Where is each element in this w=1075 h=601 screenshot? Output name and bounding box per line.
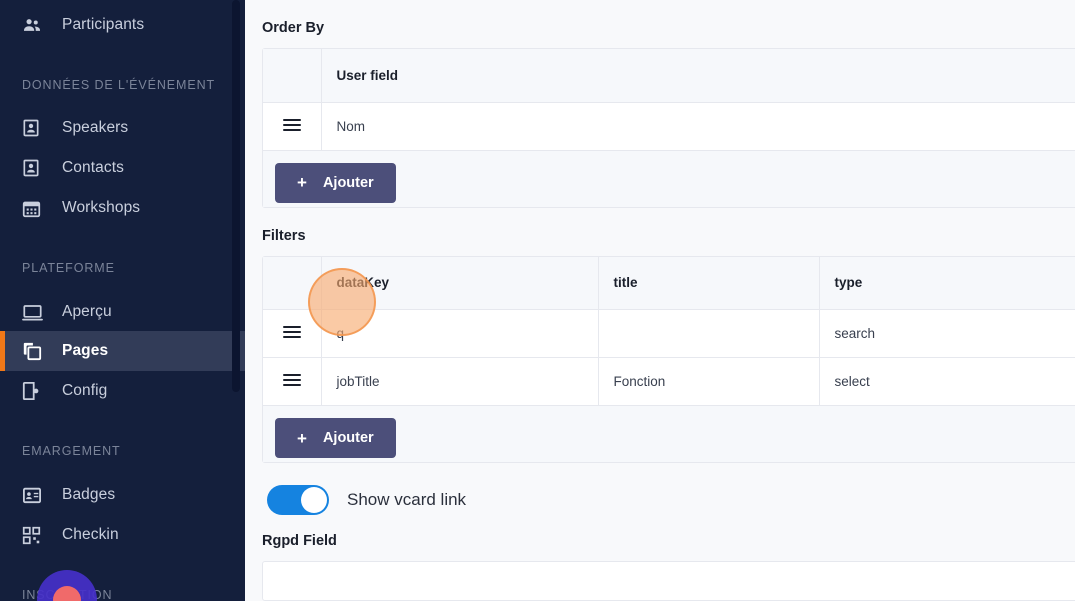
filters-table: dataKey title type q search xyxy=(263,257,1075,407)
add-button-label: Ajouter xyxy=(323,430,374,446)
cell-type[interactable]: search xyxy=(819,310,1075,358)
badge-person-icon xyxy=(22,118,44,138)
rgpd-field-card[interactable] xyxy=(262,561,1075,601)
column-header-title: title xyxy=(598,257,819,310)
order-by-add-button[interactable]: + Ajouter xyxy=(275,163,396,203)
column-header-user-field: User field xyxy=(321,49,1075,102)
sidebar-item-apercu[interactable]: Aperçu xyxy=(0,292,245,332)
show-vcard-link-row: Show vcard link xyxy=(267,485,1075,515)
monitor-icon xyxy=(22,302,44,322)
sidebar-item-label: Badges xyxy=(62,486,115,504)
sidebar-section-plateforme: PLATEFORME xyxy=(0,261,115,275)
filters-card: dataKey title type q search xyxy=(262,256,1075,464)
main-content: Order By User field Nom xyxy=(245,0,1075,601)
sidebar-section-emargement: EMARGEMENT xyxy=(0,444,121,458)
order-by-card-footer: + Ajouter xyxy=(263,151,1075,207)
app-root: Participants DONNÉES DE L'ÉVÉNEMENT Spea… xyxy=(0,0,1075,601)
column-header-type: type xyxy=(819,257,1075,310)
qr-code-icon xyxy=(22,525,44,545)
sidebar-item-label: Pages xyxy=(62,342,108,360)
drag-handle-icon[interactable] xyxy=(283,323,301,341)
table-header-row: User field xyxy=(263,49,1075,102)
column-header-datakey: dataKey xyxy=(321,257,598,310)
sidebar-item-label: Speakers xyxy=(62,119,128,137)
filters-card-footer: + Ajouter xyxy=(263,406,1075,462)
add-button-label: Ajouter xyxy=(323,175,374,191)
sidebar: Participants DONNÉES DE L'ÉVÉNEMENT Spea… xyxy=(0,0,245,601)
sidebar-item-contacts[interactable]: Contacts xyxy=(0,148,245,188)
sidebar-section-inscription: INSCRIPTION xyxy=(0,588,112,601)
sidebar-item-label: Checkin xyxy=(62,526,119,544)
sidebar-item-speakers[interactable]: Speakers xyxy=(0,108,245,148)
show-vcard-link-toggle[interactable] xyxy=(267,485,329,515)
sidebar-item-badges[interactable]: Badges xyxy=(0,475,245,515)
order-by-title: Order By xyxy=(245,0,1075,36)
column-header-handle xyxy=(263,257,321,310)
table-row[interactable]: jobTitle Fonction select xyxy=(263,358,1075,406)
sidebar-item-pages[interactable]: Pages xyxy=(0,331,245,371)
table-header-row: dataKey title type xyxy=(263,257,1075,310)
table-row[interactable]: Nom xyxy=(263,102,1075,150)
config-export-icon xyxy=(22,381,44,401)
sidebar-item-config[interactable]: Config xyxy=(0,371,245,411)
cell-datakey[interactable]: jobTitle xyxy=(321,358,598,406)
sidebar-item-label: Participants xyxy=(62,16,144,34)
badge-person-icon xyxy=(22,158,44,178)
order-by-card: User field Nom + Ajouter xyxy=(262,48,1075,208)
sidebar-item-label: Aperçu xyxy=(62,303,112,321)
calendar-icon xyxy=(22,198,44,218)
filters-add-button[interactable]: + Ajouter xyxy=(275,418,396,458)
id-card-icon xyxy=(22,485,44,505)
toggle-knob xyxy=(301,487,327,513)
cell-title[interactable]: Fonction xyxy=(598,358,819,406)
column-header-handle xyxy=(263,49,321,102)
sidebar-item-workshops[interactable]: Workshops xyxy=(0,188,245,228)
sidebar-section-donnees: DONNÉES DE L'ÉVÉNEMENT xyxy=(0,78,215,92)
sidebar-item-participants[interactable]: Participants xyxy=(0,5,245,45)
cell-datakey[interactable]: q xyxy=(321,310,598,358)
sidebar-scrollbar[interactable] xyxy=(232,0,240,392)
row-drag-handle-cell[interactable] xyxy=(263,310,321,358)
row-drag-handle-cell[interactable] xyxy=(263,102,321,150)
copy-pages-icon xyxy=(22,341,44,361)
plus-icon: + xyxy=(297,430,307,447)
table-row[interactable]: q search xyxy=(263,310,1075,358)
sidebar-item-label: Config xyxy=(62,382,107,400)
drag-handle-icon[interactable] xyxy=(283,116,301,134)
sidebar-item-checkin[interactable]: Checkin xyxy=(0,515,245,555)
sidebar-item-label: Contacts xyxy=(62,159,124,177)
cell-type[interactable]: select xyxy=(819,358,1075,406)
cell-title[interactable] xyxy=(598,310,819,358)
cell-user-field[interactable]: Nom xyxy=(321,102,1075,150)
sidebar-item-label: Workshops xyxy=(62,199,140,217)
order-by-table: User field Nom xyxy=(263,49,1075,151)
show-vcard-link-label: Show vcard link xyxy=(347,490,466,510)
plus-icon: + xyxy=(297,174,307,191)
people-icon xyxy=(22,15,44,35)
filters-title: Filters xyxy=(245,208,1075,244)
row-drag-handle-cell[interactable] xyxy=(263,358,321,406)
rgpd-field-title: Rgpd Field xyxy=(245,515,1075,549)
drag-handle-icon[interactable] xyxy=(283,371,301,389)
